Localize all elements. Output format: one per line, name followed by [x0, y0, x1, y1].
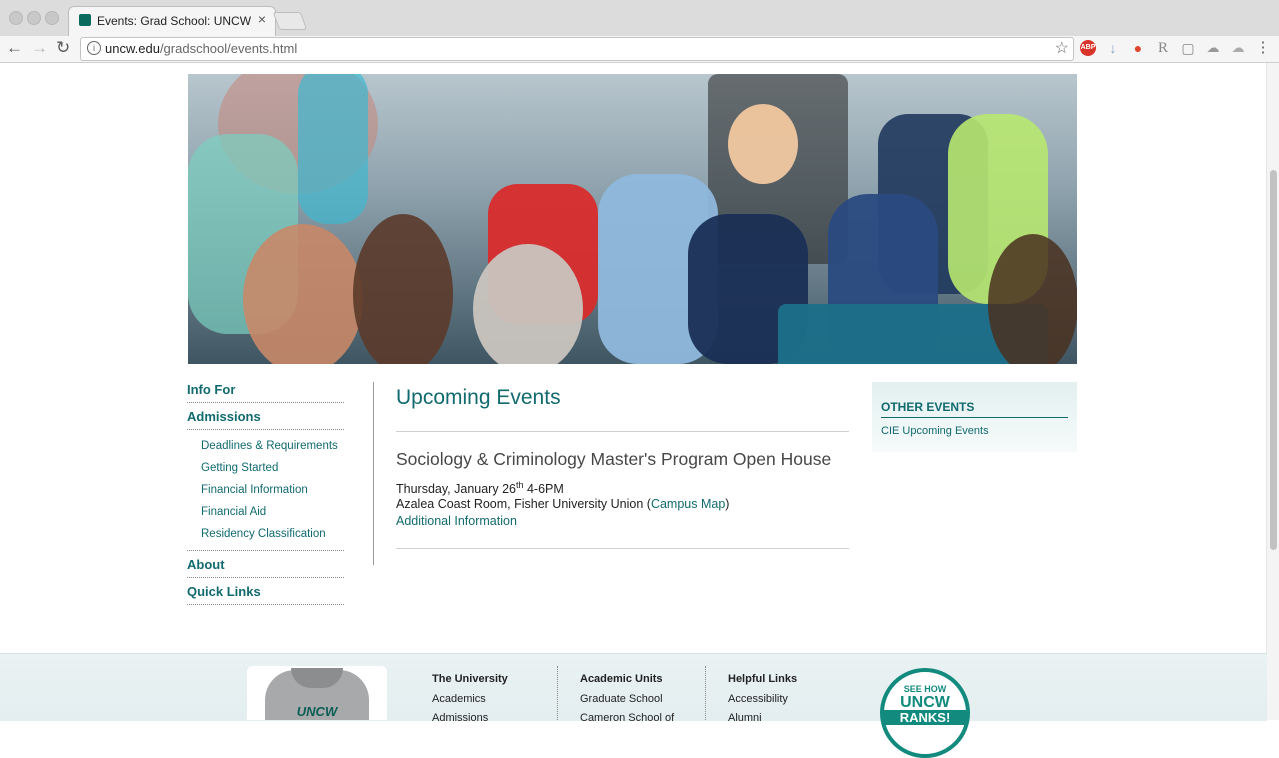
footer-separator	[705, 666, 706, 720]
footer-col-university: The University Academics Admissions	[432, 673, 508, 724]
additional-info-row: Additional Information	[396, 514, 517, 528]
hero-photo	[188, 74, 1077, 364]
uncw-ranks-badge[interactable]: SEE HOW UNCW RANKS!	[880, 668, 970, 758]
back-icon[interactable]: ←	[6, 38, 23, 58]
browser-toolbar: ← → ↻ i uncw.edu/gradschool/events.html …	[0, 36, 1279, 63]
window-minimize-button[interactable]	[27, 11, 41, 25]
new-tab-button[interactable]	[272, 12, 308, 30]
footer-link-alumni[interactable]: Alumni	[728, 712, 797, 724]
browser-tab-bar: Events: Grad School: UNCW ×	[0, 0, 1279, 37]
tab-title: Events: Grad School: UNCW	[97, 14, 252, 28]
footer-sweatshirt-image[interactable]: UNCW	[247, 666, 387, 720]
bookmark-star-icon[interactable]: ☆	[1055, 38, 1069, 58]
scrollbar-thumb[interactable]	[1270, 170, 1277, 550]
footer-link-academics[interactable]: Academics	[432, 693, 508, 705]
divider-bottom	[396, 548, 849, 549]
admissions-submenu: Deadlines & Requirements Getting Started…	[187, 430, 344, 551]
other-events-box: OTHER EVENTS CIE Upcoming Events	[872, 382, 1077, 452]
nav-quick-links[interactable]: Quick Links	[187, 584, 344, 605]
url-path: /gradschool/events.html	[159, 41, 298, 56]
page-scrollbar[interactable]	[1266, 63, 1279, 720]
favicon-icon	[79, 14, 91, 26]
footer-link-admissions[interactable]: Admissions	[432, 712, 508, 724]
cloud2-extension-icon[interactable]: ☁	[1230, 40, 1246, 56]
page-title: Upcoming Events	[396, 386, 561, 409]
left-navigation: Info For Admissions Deadlines & Requirem…	[187, 382, 344, 605]
url-domain: uncw.edu	[105, 41, 160, 56]
footer-col-helpful-links: Helpful Links Accessibility Alumni	[728, 673, 797, 724]
nav-residency-classification[interactable]: Residency Classification	[187, 523, 344, 545]
nav-about[interactable]: About	[187, 557, 344, 578]
box-extension-icon[interactable]: ▢	[1180, 40, 1196, 56]
nav-deadlines-requirements[interactable]: Deadlines & Requirements	[187, 435, 344, 457]
download-extension-icon[interactable]: ↓	[1105, 40, 1121, 56]
nav-divider	[373, 382, 374, 565]
footer-col-academic-units-title: Academic Units	[580, 673, 663, 685]
footer-col-academic-units: Academic Units Graduate School Cameron S…	[580, 673, 674, 724]
tab-close-icon[interactable]: ×	[258, 11, 266, 27]
nav-info-for[interactable]: Info For	[187, 382, 344, 403]
event-datetime: Thursday, January 26th 4-6PM	[396, 480, 564, 496]
site-info-icon[interactable]: i	[87, 41, 101, 55]
event-time: 4-6PM	[523, 482, 564, 497]
nav-financial-aid[interactable]: Financial Aid	[187, 501, 344, 523]
url-text: uncw.edu/gradschool/events.html	[105, 41, 297, 56]
event-title: Sociology & Criminology Master's Program…	[396, 449, 832, 469]
adblock-icon[interactable]: ABP	[1080, 40, 1096, 56]
r-extension-icon[interactable]: R	[1155, 40, 1171, 56]
event-date: Thursday, January 26	[396, 482, 516, 497]
window-zoom-button[interactable]	[45, 11, 59, 25]
nav-getting-started[interactable]: Getting Started	[187, 457, 344, 479]
forward-icon[interactable]: →	[31, 38, 48, 58]
cie-upcoming-events-link[interactable]: CIE Upcoming Events	[881, 425, 989, 437]
event-location: Azalea Coast Room, Fisher University Uni…	[396, 497, 729, 511]
additional-information-link[interactable]: Additional Information	[396, 514, 517, 528]
divider	[396, 431, 849, 432]
footer-separator	[557, 666, 558, 720]
browser-tab[interactable]: Events: Grad School: UNCW ×	[68, 6, 276, 37]
event-location-text: Azalea Coast Room, Fisher University Uni…	[396, 497, 651, 511]
cloud-extension-icon[interactable]: ☁	[1205, 40, 1221, 56]
other-events-heading: OTHER EVENTS	[881, 400, 1068, 418]
nav-financial-information[interactable]: Financial Information	[187, 479, 344, 501]
footer-col-university-title: The University	[432, 673, 508, 685]
event-location-end: )	[725, 497, 730, 511]
browser-menu-icon[interactable]: ⋮	[1255, 40, 1271, 56]
campus-map-link[interactable]: Campus Map	[651, 497, 725, 511]
sweatshirt-logo: UNCW	[296, 704, 338, 719]
footer-link-cameron-school[interactable]: Cameron School of	[580, 712, 674, 724]
nav-admissions[interactable]: Admissions	[187, 409, 344, 430]
event-date-suffix: th	[515, 480, 524, 490]
window-close-button[interactable]	[9, 11, 23, 25]
badge-ranks: RANKS!	[884, 710, 966, 725]
address-bar[interactable]: i uncw.edu/gradschool/events.html ☆	[80, 37, 1074, 61]
footer-col-helpful-links-title: Helpful Links	[728, 673, 798, 685]
footer-link-graduate-school[interactable]: Graduate School	[580, 693, 674, 705]
reload-icon[interactable]: ↻	[56, 38, 70, 58]
red-extension-icon[interactable]: ●	[1130, 40, 1146, 56]
badge-see-how: SEE HOW	[903, 684, 947, 694]
footer-link-accessibility[interactable]: Accessibility	[728, 693, 797, 705]
